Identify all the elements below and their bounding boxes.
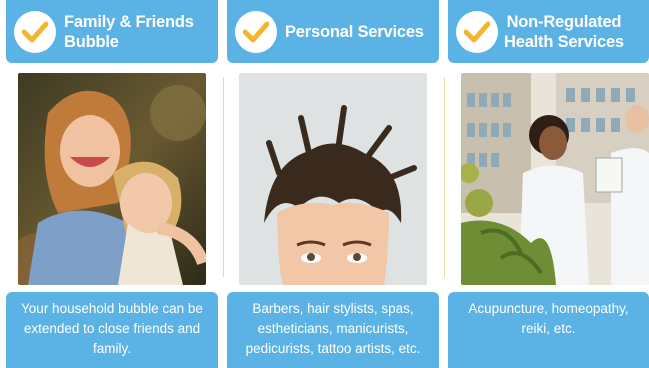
card-description: Barbers, hair stylists, spas, estheticia…	[227, 292, 439, 368]
messy-hair-photo	[239, 73, 427, 285]
card-header: Personal Services	[227, 0, 439, 63]
card-description: Your household bubble can be extended to…	[6, 292, 218, 368]
checkmark-icon	[235, 10, 277, 53]
divider	[444, 77, 445, 277]
checkmark-icon	[456, 10, 498, 53]
card-header: Family & Friends Bubble	[6, 0, 218, 63]
checkmark-icon	[14, 10, 56, 53]
card-family-friends-bubble: Family & Friends Bubble Your household b…	[6, 0, 218, 368]
card-title: Family & Friends Bubble	[64, 12, 194, 51]
card-personal-services: Personal Services Barbers, hair stylists…	[227, 0, 439, 368]
card-title: Personal Services	[285, 22, 424, 41]
pharmacy-photo	[461, 73, 649, 285]
family-photo	[18, 73, 206, 285]
card-title: Non-Regulated Health Services	[504, 12, 624, 51]
card-description: Acupuncture, homeopathy, reiki, etc.	[448, 292, 649, 368]
divider	[223, 77, 224, 277]
card-header: Non-Regulated Health Services	[448, 0, 649, 63]
card-non-regulated-health-services: Non-Regulated Health Services Acupunctur…	[448, 0, 649, 368]
